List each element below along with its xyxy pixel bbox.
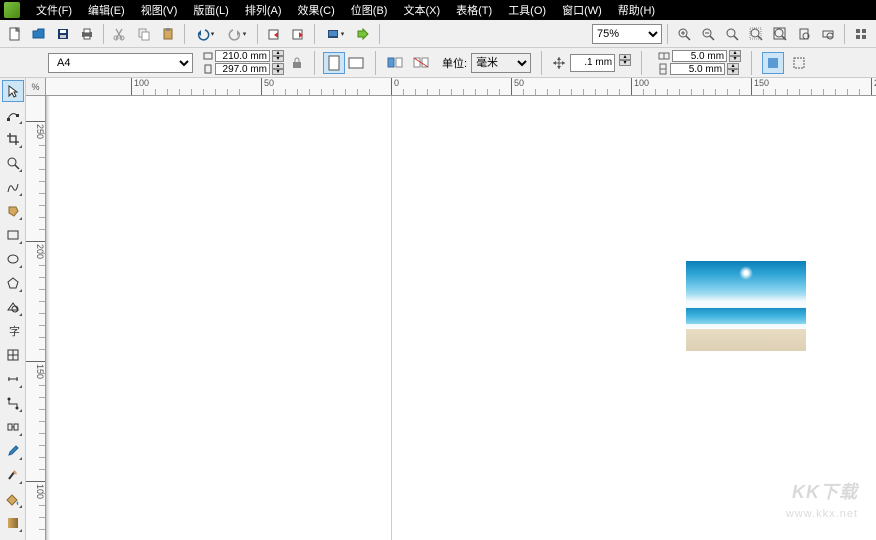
- import-button[interactable]: [263, 23, 285, 45]
- nudge-icon: [552, 56, 566, 70]
- paste-button[interactable]: [157, 23, 179, 45]
- open-button[interactable]: [28, 23, 50, 45]
- dup-v-spinner[interactable]: ▴▾: [727, 63, 739, 75]
- app-logo-icon: [4, 2, 20, 18]
- eyedropper-tool[interactable]: [2, 440, 24, 462]
- menubar: 文件(F) 编辑(E) 视图(V) 版面(L) 排列(A) 效果(C) 位图(B…: [0, 0, 876, 20]
- redo-button[interactable]: ▾: [222, 23, 252, 45]
- polygon-tool[interactable]: [2, 272, 24, 294]
- page-shadow: [47, 96, 50, 540]
- orientation-group: [323, 52, 367, 74]
- rectangle-tool[interactable]: [2, 224, 24, 246]
- menu-window[interactable]: 窗口(W): [554, 0, 610, 20]
- dup-v-icon: [658, 63, 668, 75]
- page-width-input[interactable]: [215, 50, 270, 62]
- vertical-ruler[interactable]: 250200150100: [26, 96, 46, 540]
- zoom-selection-button[interactable]: [745, 23, 767, 45]
- page-height-input[interactable]: [215, 63, 270, 75]
- all-pages-button[interactable]: [384, 52, 406, 74]
- menu-layout[interactable]: 版面(L): [185, 0, 236, 20]
- menu-bitmap[interactable]: 位图(B): [343, 0, 396, 20]
- table-tool[interactable]: [2, 344, 24, 366]
- units-label: 单位:: [442, 55, 467, 71]
- menu-help[interactable]: 帮助(H): [610, 0, 663, 20]
- connector-tool[interactable]: [2, 392, 24, 414]
- bounding-box-button[interactable]: [788, 52, 810, 74]
- placed-image-beach[interactable]: [686, 261, 806, 351]
- copy-button[interactable]: [133, 23, 155, 45]
- save-button[interactable]: [52, 23, 74, 45]
- page-center-edge: [391, 96, 392, 540]
- svg-text:字: 字: [9, 324, 20, 338]
- width-icon: [203, 51, 213, 61]
- menu-effects[interactable]: 效果(C): [290, 0, 343, 20]
- nudge-spinner[interactable]: ▴▾: [619, 54, 631, 72]
- print-button[interactable]: [76, 23, 98, 45]
- treat-as-filled-button[interactable]: [762, 52, 784, 74]
- app-launcher-button[interactable]: ▾: [320, 23, 350, 45]
- workspace: 字 % 10050050100150200 250200150100: [0, 78, 876, 540]
- dup-h-icon: [658, 51, 670, 61]
- standard-toolbar: ▾ ▾ ▾ 75%: [0, 20, 876, 48]
- toolbox: 字: [0, 78, 26, 540]
- new-button[interactable]: [4, 23, 26, 45]
- menu-view[interactable]: 视图(V): [133, 0, 186, 20]
- zoom-out-button[interactable]: [697, 23, 719, 45]
- portrait-button[interactable]: [323, 52, 345, 74]
- smart-fill-tool[interactable]: [2, 200, 24, 222]
- zoom-all-button[interactable]: [769, 23, 791, 45]
- ellipse-tool[interactable]: [2, 248, 24, 270]
- page-size-select[interactable]: A4: [48, 53, 193, 73]
- shape-tool[interactable]: [2, 104, 24, 126]
- pick-tool[interactable]: [2, 80, 24, 102]
- options-button[interactable]: [850, 23, 872, 45]
- property-bar: A4 ▴▾ ▴▾ 单位: 毫米 ▴▾ ▴▾ ▴▾: [0, 48, 876, 78]
- watermark-logo: KK下载: [792, 478, 858, 504]
- dimension-tool[interactable]: [2, 368, 24, 390]
- dup-v-input[interactable]: [670, 63, 725, 75]
- page-dimensions: ▴▾ ▴▾: [203, 50, 284, 76]
- zoom-in-button[interactable]: [673, 23, 695, 45]
- zoom-level-select[interactable]: 75%: [592, 24, 662, 44]
- fill-tool[interactable]: [2, 488, 24, 510]
- horizontal-ruler[interactable]: 10050050100150200: [46, 78, 876, 96]
- landscape-button[interactable]: [345, 52, 367, 74]
- freehand-tool[interactable]: [2, 176, 24, 198]
- units-select[interactable]: 毫米: [471, 53, 531, 73]
- height-icon: [203, 64, 213, 74]
- crop-tool[interactable]: [2, 128, 24, 150]
- interactive-blend-tool[interactable]: [2, 416, 24, 438]
- menu-tools[interactable]: 工具(O): [500, 0, 554, 20]
- zoom-actual-button[interactable]: [721, 23, 743, 45]
- dup-h-spinner[interactable]: ▴▾: [729, 50, 741, 62]
- menu-file[interactable]: 文件(F): [28, 0, 80, 20]
- duplicate-distance: ▴▾ ▴▾: [658, 50, 741, 76]
- canvas[interactable]: [46, 96, 876, 540]
- menu-table[interactable]: 表格(T): [448, 0, 500, 20]
- height-spinner[interactable]: ▴▾: [272, 63, 284, 75]
- cut-button[interactable]: [109, 23, 131, 45]
- zoom-tool[interactable]: [2, 152, 24, 174]
- outline-tool[interactable]: [2, 464, 24, 486]
- ruler-origin[interactable]: %: [26, 78, 46, 96]
- zoom-width-button[interactable]: [817, 23, 839, 45]
- watermark-url: www.kkx.net: [786, 508, 858, 520]
- width-spinner[interactable]: ▴▾: [272, 50, 284, 62]
- text-tool[interactable]: 字: [2, 320, 24, 342]
- lock-ratio-button[interactable]: [288, 54, 306, 72]
- menu-edit[interactable]: 编辑(E): [80, 0, 133, 20]
- export-button[interactable]: [287, 23, 309, 45]
- nudge-offset-input[interactable]: [570, 54, 615, 72]
- current-page-button[interactable]: [410, 52, 432, 74]
- interactive-fill-tool[interactable]: [2, 512, 24, 534]
- basic-shapes-tool[interactable]: [2, 296, 24, 318]
- dup-h-input[interactable]: [672, 50, 727, 62]
- drawing-area: % 10050050100150200 250200150100: [26, 78, 876, 540]
- menu-arrange[interactable]: 排列(A): [237, 0, 290, 20]
- undo-button[interactable]: ▾: [190, 23, 220, 45]
- welcome-screen-button[interactable]: [352, 23, 374, 45]
- menu-text[interactable]: 文本(X): [395, 0, 448, 20]
- zoom-page-button[interactable]: [793, 23, 815, 45]
